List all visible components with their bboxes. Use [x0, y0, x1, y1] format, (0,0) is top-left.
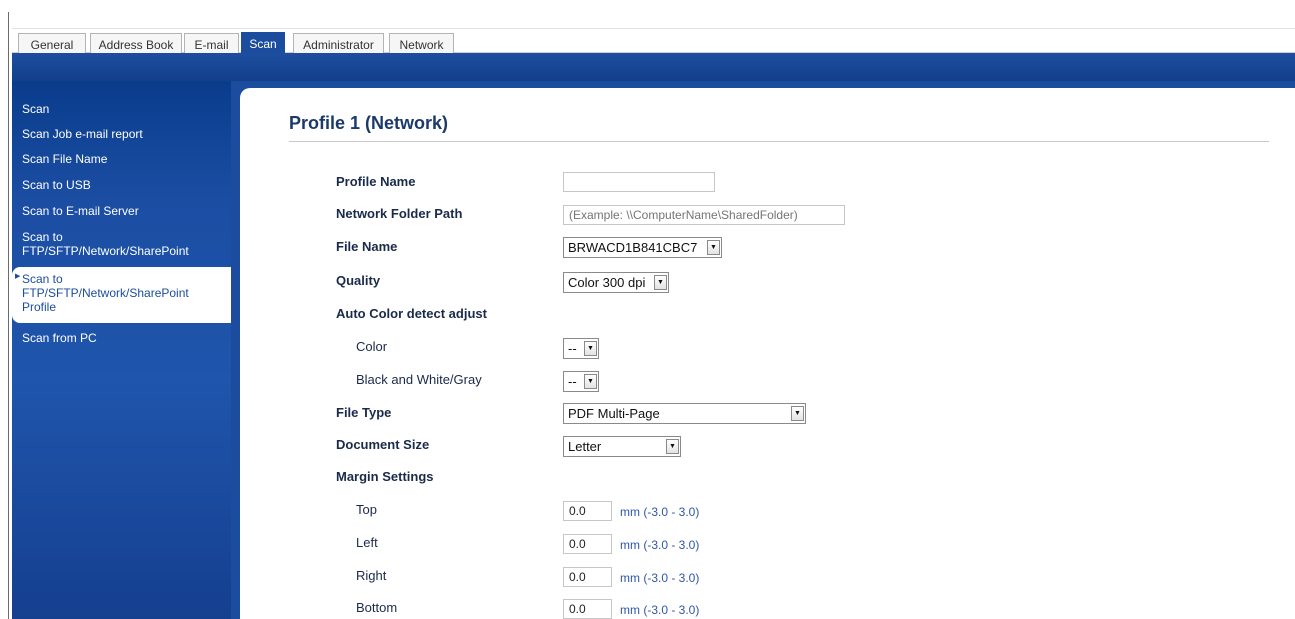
- auto-color-bw-gray-select[interactable]: -- ▼: [563, 371, 599, 392]
- margin-bottom-input[interactable]: [563, 599, 612, 619]
- margin-right-label: Right: [356, 568, 387, 583]
- margin-right-range: mm (-3.0 - 3.0): [620, 571, 700, 585]
- margin-left-input[interactable]: [563, 534, 612, 554]
- auto-color-color-label: Color: [356, 339, 388, 354]
- file-name-value: BRWACD1B841CBC7: [568, 240, 698, 255]
- chevron-down-icon[interactable]: ▼: [707, 240, 720, 255]
- sidebar-item-scan-to-ftp[interactable]: Scan to FTP/SFTP/Network/SharePoint: [22, 230, 231, 258]
- file-type-value: PDF Multi-Page: [568, 406, 660, 421]
- sidebar-item-scan-to-ftp-profile[interactable]: ▶ Scan to FTP/SFTP/Network/SharePoint Pr…: [12, 267, 231, 323]
- tab-address-book[interactable]: Address Book: [90, 33, 182, 55]
- auto-color-color-value: --: [568, 341, 577, 356]
- current-page-arrow-icon: ▶: [15, 273, 21, 280]
- margin-right-input[interactable]: [563, 567, 612, 587]
- margin-top-range: mm (-3.0 - 3.0): [620, 505, 700, 519]
- tab-network[interactable]: Network: [389, 33, 454, 55]
- chevron-down-icon[interactable]: ▼: [666, 439, 679, 454]
- quality-value: Color 300 dpi: [568, 275, 646, 290]
- sidebar-item-scan-file-name[interactable]: Scan File Name: [22, 152, 231, 166]
- tab-email[interactable]: E-mail: [184, 33, 239, 55]
- sidebar-item-scan-to-usb[interactable]: Scan to USB: [22, 178, 231, 192]
- sidebar: Scan Scan Job e-mail report Scan File Na…: [12, 81, 231, 619]
- title-divider: [289, 141, 1269, 142]
- margin-left-label: Left: [356, 535, 378, 550]
- margin-left-range: mm (-3.0 - 3.0): [620, 538, 700, 552]
- file-name-select[interactable]: BRWACD1B841CBC7 ▼: [563, 237, 722, 258]
- quality-select[interactable]: Color 300 dpi ▼: [563, 272, 669, 293]
- sidebar-item-scan[interactable]: Scan: [22, 102, 231, 116]
- tab-general[interactable]: General: [18, 33, 86, 55]
- sidebar-item-scan-from-pc[interactable]: Scan from PC: [22, 331, 231, 345]
- auto-color-color-select[interactable]: -- ▼: [563, 338, 599, 359]
- network-folder-path-input[interactable]: [563, 205, 845, 225]
- chevron-down-icon[interactable]: ▼: [791, 406, 804, 421]
- page-title: Profile 1 (Network): [289, 113, 449, 133]
- tab-scan[interactable]: Scan: [241, 32, 285, 55]
- margin-bottom-label: Bottom: [356, 600, 398, 615]
- network-folder-path-label: Network Folder Path: [336, 206, 463, 221]
- tab-bar: General Address Book E-mail Scan Adminis…: [12, 28, 1295, 55]
- auto-color-detect-label: Auto Color detect adjust: [336, 306, 487, 321]
- file-type-label: File Type: [336, 405, 392, 420]
- tab-administrator[interactable]: Administrator: [293, 33, 384, 55]
- profile-name-label: Profile Name: [336, 174, 416, 189]
- margin-settings-label: Margin Settings: [336, 469, 434, 484]
- sidebar-item-scan-to-email-server[interactable]: Scan to E-mail Server: [22, 204, 231, 218]
- chevron-down-icon[interactable]: ▼: [654, 275, 667, 290]
- chevron-down-icon[interactable]: ▼: [584, 341, 597, 356]
- document-size-value: Letter: [568, 439, 602, 454]
- auto-color-bw-gray-value: --: [568, 374, 577, 389]
- document-size-select[interactable]: Letter ▼: [563, 436, 681, 457]
- quality-label: Quality: [336, 273, 381, 288]
- sidebar-item-scan-job-email-report[interactable]: Scan Job e-mail report: [22, 127, 231, 141]
- file-type-select[interactable]: PDF Multi-Page ▼: [563, 403, 806, 424]
- document-size-label: Document Size: [336, 437, 430, 452]
- margin-bottom-range: mm (-3.0 - 3.0): [620, 603, 700, 617]
- margin-top-input[interactable]: [563, 501, 612, 521]
- window-left-border: [8, 12, 9, 619]
- sidebar-item-label: Scan to FTP/SFTP/Network/SharePoint Prof…: [22, 272, 189, 314]
- header-bar: [12, 53, 1295, 81]
- chevron-down-icon[interactable]: ▼: [584, 374, 597, 389]
- profile-name-input[interactable]: [563, 172, 715, 192]
- margin-top-label: Top: [356, 502, 377, 517]
- auto-color-bw-gray-label: Black and White/Gray: [356, 372, 482, 387]
- file-name-label: File Name: [336, 239, 398, 254]
- content-panel: [240, 88, 1295, 619]
